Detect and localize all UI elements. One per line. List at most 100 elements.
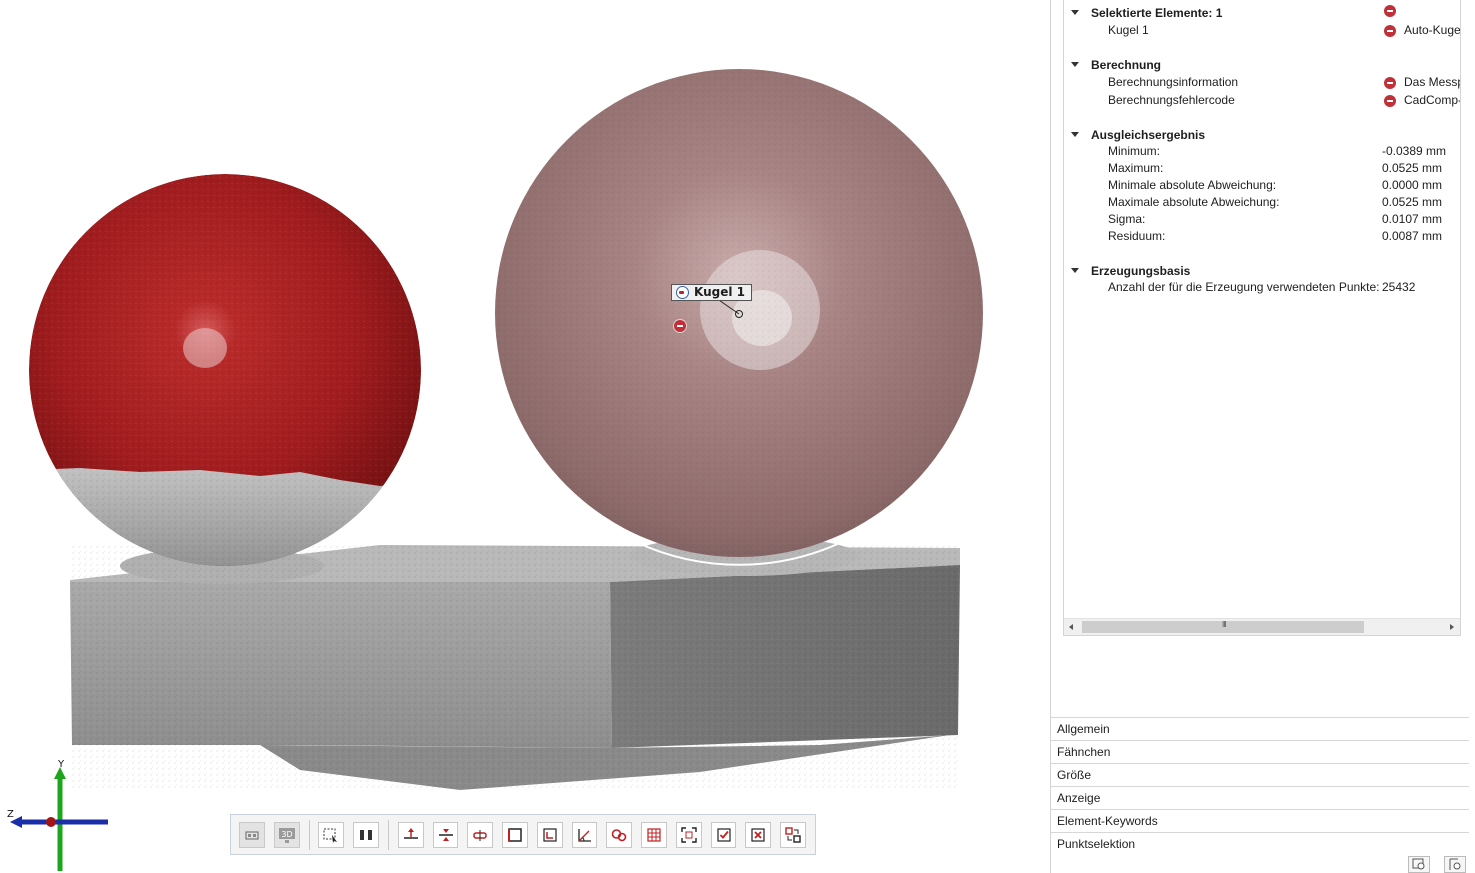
circles-button[interactable] [606, 821, 633, 848]
align-bars-icon [360, 829, 373, 840]
left-sphere [29, 174, 421, 566]
tree-row-value: 0.0107 mm [1382, 212, 1443, 226]
collapse-arrow-icon[interactable] [1071, 10, 1079, 15]
plane-horizontal-button[interactable] [397, 821, 424, 848]
tree-row[interactable]: Maximum: 0.0525 mm [1064, 160, 1460, 177]
tree-row[interactable]: Berechnungsfehlercode CadComp- [1064, 92, 1460, 109]
grid-icon [647, 827, 661, 842]
align-bars-button[interactable] [353, 821, 379, 848]
scrollbar-grip: III [1222, 620, 1227, 629]
3d-scene[interactable] [0, 0, 1050, 873]
tree-row[interactable]: Maximale absolute Abweichung: 0.0525 mm [1064, 194, 1460, 211]
rectangle-corner-button[interactable] [536, 821, 563, 848]
tree-row[interactable]: Anzahl der für die Erzeugung verwendeten… [1064, 279, 1460, 296]
tree-row-key: Residuum: [1108, 229, 1166, 243]
element-label-text: Kugel 1 [694, 285, 745, 299]
scroll-left-icon[interactable] [1069, 624, 1073, 630]
view-2d-icon [245, 831, 259, 839]
plane-vertical-icon [438, 828, 453, 841]
properties-panel: Selektierte Elemente: 1 Kugel 1 Auto-Kug… [1050, 0, 1475, 873]
tree-row-kugel[interactable]: Kugel 1 Auto-Kuge [1064, 22, 1461, 39]
view-toolbar: 3D [230, 814, 816, 855]
transform-icon [785, 826, 801, 843]
section-fit-result-title: Ausgleichsergebnis [1091, 127, 1206, 142]
select-rectangle-icon [323, 828, 338, 843]
tree-row-key: Anzahl der für die Erzeugung verwendeten… [1108, 280, 1380, 294]
options-icon [1449, 858, 1461, 870]
tree-row[interactable]: Sigma: 0.0107 mm [1064, 211, 1460, 228]
square-icon [508, 827, 522, 842]
tree-row-value: 0.0525 mm [1382, 195, 1443, 209]
tree-row-key: Minimum: [1108, 144, 1161, 158]
accept-icon [716, 827, 731, 842]
panel-settings-button[interactable] [1408, 856, 1430, 873]
tree-row-key: Maximale absolute Abweichung: [1108, 195, 1280, 209]
reject-icon [751, 827, 765, 842]
tree-row-key: Berechnungsfehlercode [1108, 93, 1235, 107]
panel-options-button[interactable] [1444, 856, 1466, 873]
collapse-arrow-icon[interactable] [1071, 268, 1079, 273]
tab-element-keywords[interactable]: Element-Keywords [1051, 809, 1469, 832]
tab-allgemein[interactable]: Allgemein [1051, 717, 1469, 740]
error-badge-icon[interactable] [674, 320, 686, 332]
tree-row-key: Sigma: [1108, 212, 1146, 226]
toolbar-separator [387, 819, 389, 850]
section-creation-basis[interactable]: Erzeugungsbasis [1064, 262, 1190, 279]
circles-icon [612, 828, 627, 841]
view-3d-icon: 3D [278, 827, 295, 843]
scroll-right-icon[interactable] [1450, 624, 1454, 630]
collapse-arrow-icon[interactable] [1071, 62, 1079, 67]
section-selection-title: Selektierte Elemente: 1 [1091, 5, 1223, 20]
tree-row[interactable]: Berechnungsinformation Das Messp [1064, 74, 1461, 91]
element-label-tag[interactable]: Kugel 1 [671, 284, 752, 301]
axis-y-label: Y [58, 759, 65, 770]
section-fit-result[interactable]: Ausgleichsergebnis [1064, 126, 1205, 143]
select-rectangle-button[interactable] [318, 821, 345, 848]
axis-z-label: Z [7, 809, 14, 820]
grid-button[interactable] [641, 821, 667, 848]
view-2d-button[interactable] [239, 821, 265, 848]
tree-row-value: -0.0389 mm [1382, 144, 1447, 158]
tree-row-key: Kugel 1 [1108, 23, 1149, 37]
property-tabs: Allgemein Fähnchen Größe Anzeige Element… [1051, 717, 1469, 855]
fit-frame-icon [681, 826, 697, 843]
tree-row[interactable]: Minimum: -0.0389 mm [1064, 143, 1460, 160]
view-3d-button[interactable]: 3D [273, 821, 300, 848]
horizontal-scrollbar[interactable]: III [1064, 618, 1460, 635]
tree-row-value: Auto-Kuge [1404, 23, 1461, 37]
slot-icon [473, 829, 488, 841]
tree-row-value: Das Messp [1404, 75, 1461, 89]
collapse-arrow-icon[interactable] [1071, 132, 1079, 137]
tree-row-value: 25432 [1382, 280, 1416, 294]
slot-button[interactable] [467, 821, 494, 848]
tree-row[interactable]: Minimale absolute Abweichung: 0.0000 mm [1064, 177, 1460, 194]
axis-triad: Y Z [0, 755, 120, 873]
properties-tree: Selektierte Elemente: 1 Kugel 1 Auto-Kug… [1063, 0, 1461, 636]
tree-row-value: 0.0000 mm [1382, 178, 1443, 192]
angle-button[interactable] [571, 821, 598, 848]
square-button[interactable] [502, 821, 528, 848]
fit-frame-button[interactable] [675, 821, 702, 848]
tab-groesse[interactable]: Größe [1051, 763, 1469, 786]
toolbar-separator [308, 819, 310, 850]
angle-icon [577, 828, 591, 842]
error-badge-icon [1384, 94, 1396, 107]
accept-button[interactable] [710, 821, 737, 848]
section-creation-basis-title: Erzeugungsbasis [1091, 263, 1191, 278]
section-selection[interactable]: Selektierte Elemente: 1 [1064, 4, 1222, 21]
tab-anzeige[interactable]: Anzeige [1051, 786, 1469, 809]
panel-footer [1051, 852, 1475, 873]
3d-viewport[interactable]: Kugel 1 Y Z 3D [0, 0, 1050, 873]
reject-button[interactable] [745, 821, 772, 848]
section-calculation[interactable]: Berechnung [1064, 56, 1161, 73]
tree-row[interactable]: Residuum: 0.0087 mm [1064, 228, 1460, 245]
tab-faehnchen[interactable]: Fähnchen [1051, 740, 1469, 763]
transform-button[interactable] [780, 821, 806, 848]
error-badge-icon [1384, 5, 1396, 17]
plane-vertical-button[interactable] [432, 821, 459, 848]
tree-row-key: Berechnungsinformation [1108, 75, 1239, 89]
error-badge-icon [1384, 24, 1396, 37]
plane-horizontal-icon [403, 827, 418, 839]
sphere-element-icon [676, 286, 689, 299]
axis-triad-graphic [10, 767, 108, 871]
